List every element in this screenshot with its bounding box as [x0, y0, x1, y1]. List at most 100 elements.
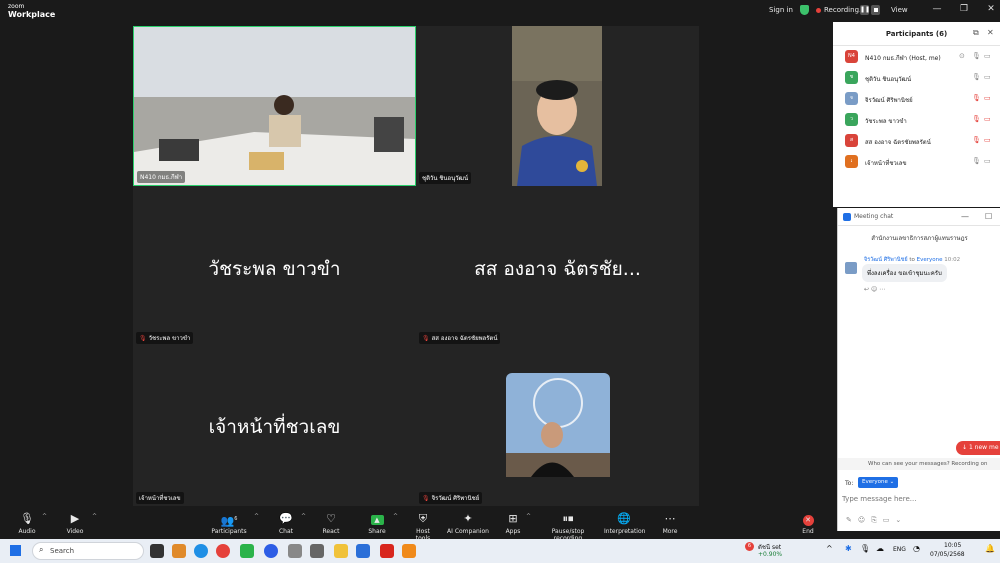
participant-row[interactable]: เ เจ้าหน้าที่ชวเลข 🎙 ▭	[833, 152, 1000, 172]
video-icon[interactable]: ▭	[984, 52, 991, 60]
cloud-icon[interactable]: ☁	[876, 544, 884, 553]
participant-row[interactable]: ช ชุติวัน ชินอนุวัฒน์ 🎙 ▭	[833, 68, 1000, 88]
file-explorer-icon[interactable]	[334, 544, 348, 558]
maximize-icon[interactable]: ☐	[985, 208, 992, 226]
new-message-indicator[interactable]: ↓ 1 new me	[956, 441, 1000, 455]
participants-button[interactable]: 👥6 Participants	[210, 512, 248, 535]
participant-row[interactable]: ว วัชระพล ขาวขำ 🎙 ▭	[833, 110, 1000, 130]
video-off-icon[interactable]: ▭	[984, 115, 991, 123]
mic-tray-icon[interactable]: 🎙	[860, 544, 870, 553]
microphone-icon[interactable]: 🎙	[972, 157, 981, 165]
chat-message-input[interactable]	[842, 492, 992, 506]
apps-button[interactable]: ⊞ Apps	[503, 512, 523, 535]
chat-title: Meeting chat	[854, 213, 894, 220]
view-button[interactable]: View	[891, 6, 908, 14]
video-tile-host[interactable]: N410 กมธ.กีฬา	[133, 26, 416, 186]
participant-row[interactable]: ส สส องอาจ ฉัตรชัยพลรัตน์ 🎙 ▭	[833, 131, 1000, 151]
video-icon[interactable]: ▭	[984, 157, 991, 165]
windows-start-icon[interactable]	[10, 545, 21, 556]
participants-options-caret[interactable]: ^	[254, 513, 259, 520]
chrome-icon[interactable]	[216, 544, 230, 558]
app-icon[interactable]	[288, 544, 302, 558]
format-icon[interactable]: ✎	[846, 516, 858, 524]
recipient-dropdown[interactable]: Everyone ⌄	[858, 477, 899, 488]
word-icon[interactable]	[356, 544, 370, 558]
popout-icon[interactable]: ⧉	[973, 28, 979, 38]
windows-taskbar: ⌕ Search 6 ดัชนี set +0.90% ^ ✱ 🎙 ☁ ENG …	[0, 539, 1000, 563]
microphone-icon[interactable]: 🎙	[972, 52, 981, 60]
participant-name: เจ้าหน้าที่ชวเลข	[865, 160, 907, 167]
close-panel-icon[interactable]: ✕	[987, 28, 994, 37]
emoji-icon[interactable]: ☺	[871, 286, 877, 293]
interpretation-button[interactable]: 🌐 Interpretation	[604, 512, 645, 535]
file-icon[interactable]: ▭	[883, 516, 896, 524]
reply-icon[interactable]: ↩	[864, 286, 869, 293]
shield-icon[interactable]	[800, 5, 809, 15]
stop-record-icon[interactable]	[871, 5, 880, 15]
chat-options-caret[interactable]: ^	[301, 513, 306, 520]
video-tile-chutiwan[interactable]: ชุติวัน ชินอนุวัฒน์	[416, 26, 699, 186]
emoji-icon[interactable]: ☺	[858, 516, 871, 524]
sign-in-button[interactable]: Sign in	[769, 6, 793, 14]
message-bubble[interactable]: พึ่งลงเครื่อง ขอเข้าชุมนะครับ	[862, 264, 947, 282]
chat-button[interactable]: 💬 Chat	[277, 512, 295, 535]
microphone-app-icon[interactable]	[310, 544, 324, 558]
who-can-see-notice[interactable]: Who can see your messages? Recording on	[838, 458, 1000, 470]
video-icon[interactable]: ▭	[984, 73, 991, 81]
close-icon[interactable]: ✕	[984, 4, 998, 14]
minimize-icon[interactable]: —	[930, 4, 944, 14]
react-button[interactable]: ♡ React	[320, 512, 342, 535]
settings-icon[interactable]: ⊙	[959, 52, 965, 60]
muted-mic-icon[interactable]: 🎙	[972, 136, 981, 144]
participant-row[interactable]: จ จิรวัฒน์ ศิริพานิชย์ 🎙 ▭	[833, 89, 1000, 109]
line-icon[interactable]	[240, 544, 254, 558]
more-button[interactable]: ⋯ More	[660, 512, 680, 535]
shield-icon: ⛨	[418, 512, 428, 525]
audio-options-caret[interactable]: ^	[42, 513, 47, 520]
microphone-icon[interactable]: 🎙	[972, 73, 981, 81]
apps-options-caret[interactable]: ^	[526, 513, 531, 520]
notification-bell-icon[interactable]: 🔔	[985, 544, 995, 553]
participant-big-name: เจ้าหน้าที่ชวเลข	[208, 416, 341, 438]
dropdown-icon[interactable]: ⌄	[895, 516, 907, 524]
ai-companion-button[interactable]: ✦ AI Companion	[447, 512, 489, 535]
task-view-icon[interactable]	[150, 544, 164, 558]
video-button[interactable]: ▶ Video	[64, 512, 86, 535]
acrobat-icon[interactable]	[380, 544, 394, 558]
audio-button[interactable]: 🎙 Audio	[16, 512, 38, 535]
tray-chevron-icon[interactable]: ^	[826, 544, 833, 553]
end-button[interactable]: ✕ End	[799, 512, 817, 535]
video-tile-stenographer[interactable]: เจ้าหน้าที่ชวเลข เจ้าหน้าที่ชวเลข	[133, 346, 416, 506]
more-icon[interactable]: ⋯	[879, 286, 885, 293]
vlc-icon[interactable]	[402, 544, 416, 558]
participant-row[interactable]: N4 N410 กมธ.กีฬา (Host, me) ⊙ 🎙 ▭	[833, 47, 1000, 67]
clock-date[interactable]: 07/05/2568	[930, 551, 965, 558]
share-button[interactable]: ▲ Share	[366, 512, 388, 535]
globe-icon: 🌐	[617, 512, 631, 525]
video-tile-ongart[interactable]: สส องอาจ ฉัตรชัย... 🎙 สส องอาจ ฉัตรชัยพลร…	[416, 186, 699, 346]
clock-time[interactable]: 10:05	[944, 542, 961, 549]
wifi-icon[interactable]: ◔	[913, 544, 920, 553]
participant-avatar: จ	[845, 92, 858, 105]
host-tools-button[interactable]: ⛨Host tools	[408, 512, 438, 542]
share-options-caret[interactable]: ^	[393, 513, 398, 520]
video-off-icon[interactable]: ▭	[984, 94, 991, 102]
pause-record-icon[interactable]: ❚❚	[860, 5, 870, 15]
screenshot-icon[interactable]: ⎘	[871, 516, 883, 524]
zoom-icon[interactable]	[264, 544, 278, 558]
muted-mic-icon[interactable]: 🎙	[972, 94, 981, 102]
muted-mic-icon[interactable]: 🎙	[972, 115, 981, 123]
bluetooth-icon[interactable]: ✱	[845, 544, 852, 553]
taskbar-search[interactable]: ⌕ Search	[32, 542, 144, 560]
video-tile-jirawat[interactable]: 🎙 จิรวัฒน์ ศิริพานิชย์	[416, 346, 699, 506]
minimize-icon[interactable]: —	[961, 208, 969, 226]
video-off-icon[interactable]: ▭	[984, 136, 991, 144]
stock-badge: 6	[745, 542, 754, 551]
language-indicator[interactable]: ENG	[893, 546, 906, 553]
video-options-caret[interactable]: ^	[92, 513, 97, 520]
widgets-icon[interactable]	[172, 544, 186, 558]
video-tile-watcharapol[interactable]: วัชระพล ขาวขำ 🎙 วัชระพล ขาวขำ	[133, 186, 416, 346]
edge-icon[interactable]	[194, 544, 208, 558]
pause-stop-recording-button[interactable]: ⏸⏹Pause/stop recording	[537, 512, 599, 542]
maximize-icon[interactable]: ❐	[957, 4, 971, 14]
